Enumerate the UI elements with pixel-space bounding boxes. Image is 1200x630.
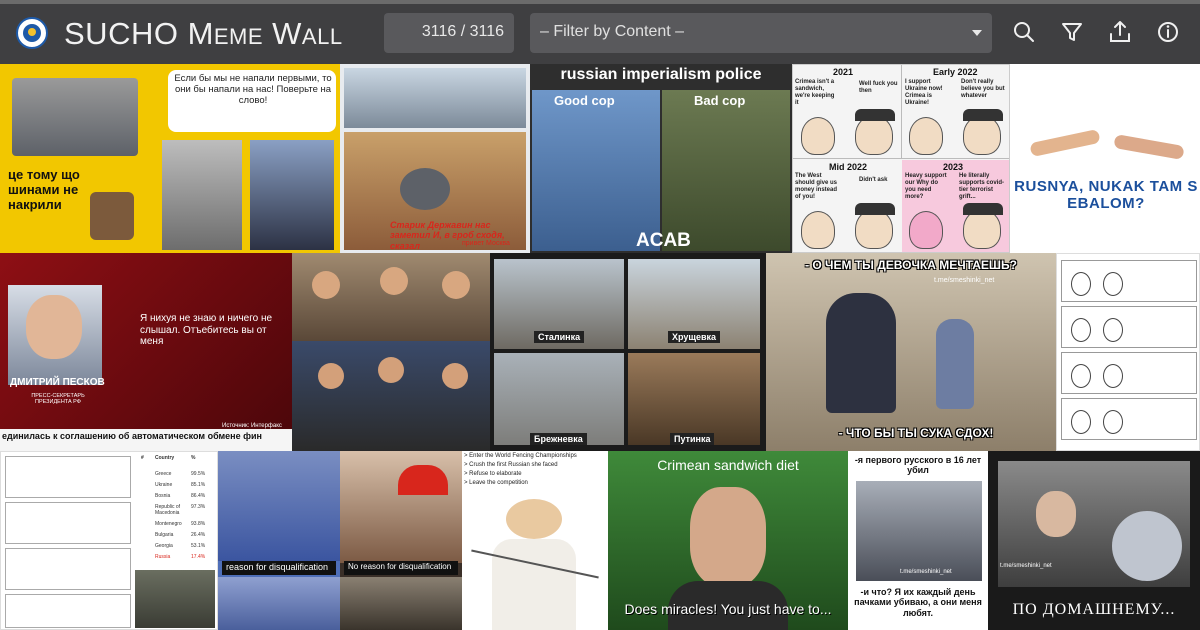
chevron-down-icon (972, 30, 982, 36)
meme-quote: Я нихуя не знаю и ничего не слышал. Отъе… (140, 313, 273, 347)
meme-label-right: Bad cop (694, 93, 746, 108)
meme-counter[interactable]: 3116 / 3116 (384, 13, 514, 53)
table-header: % (191, 455, 196, 461)
meme-tile-bird-comic[interactable] (1056, 253, 1200, 451)
greentext-line: > Refuse to elaborate (464, 471, 522, 477)
meme-watermark: t.me/smeshinki_net (934, 277, 995, 284)
table-cell: 93.8% (191, 521, 206, 527)
info-icon[interactable] (1154, 18, 1182, 46)
meme-bottom-text: ПО ДОМАШНЕМУ... (1012, 601, 1176, 618)
content-filter-select[interactable]: – Filter by Content – (530, 13, 992, 53)
panel-text: Well fuck you then (859, 81, 898, 94)
meme-top-text: -я первого русского в 16 лет убил (854, 455, 982, 476)
app-header: SUCHO Meme Wall 3116 / 3116 – Filter by … (0, 4, 1200, 64)
meme-tile-youtubers[interactable] (292, 253, 490, 451)
table-cell: 17.4% (191, 554, 206, 560)
panel-text: The West should give us money instead of… (795, 173, 838, 200)
greentext-line: > Crush the first Russian she faced (464, 462, 558, 468)
table-cell: 26.4% (191, 532, 206, 538)
meme-tile-kadyrov[interactable]: -я первого русского в 16 лет убил t.me/s… (848, 451, 988, 630)
meme-grid: це тому що шинами не накрили Если бы мы … (0, 64, 1200, 630)
meme-tile-acab[interactable]: russian imperialism police Good cop Bad … (530, 64, 792, 253)
meme-tile-speech-bubble[interactable]: Если бы мы не напали первыми, то они бы … (152, 64, 340, 253)
table-cell: 99.5% (191, 471, 206, 477)
table-cell: Greece (155, 471, 172, 477)
meme-tile-crimean-diet[interactable]: Crimean sandwich diet Does miracles! You… (608, 451, 848, 630)
share-icon[interactable] (1106, 18, 1134, 46)
panel-text: I support Ukraine now! Crimea is Ukraine… (905, 79, 943, 106)
meme-tile-prison[interactable]: t.me/smeshinki_net ПО ДОМАШНЕМУ... (988, 451, 1200, 630)
table-cell: Bulgaria (155, 532, 174, 538)
meme-tile-buildings[interactable]: Сталинка Хрущевка Брежневка Путинка (490, 253, 766, 451)
meme-tile-submarine[interactable]: це тому що шинами не накрили (0, 64, 152, 253)
table-cell: Republic of Macedonia (155, 504, 181, 516)
meme-top-text: - О ЧЕМ ТЫ ДЕВОЧКА МЕЧТАЕШЬ? (805, 258, 1017, 272)
table-cell: Russia (155, 554, 171, 560)
table-header: Country (155, 455, 175, 461)
meme-title: russian imperialism police (560, 66, 762, 83)
app-title: SUCHO Meme Wall (64, 16, 343, 51)
panel-text: Crimea isn't a sandwich, we're keeping i… (795, 79, 835, 106)
person-role: ПРЕСС-СЕКРЕТАРЬ ПРЕЗИДЕНТА РФ (31, 393, 85, 406)
table-cell: 85.1% (191, 482, 206, 488)
panel-year: Early 2022 (933, 67, 978, 77)
search-icon[interactable] (1010, 18, 1038, 46)
sucho-logo-icon[interactable] (16, 17, 48, 49)
panel-year: Mid 2022 (829, 162, 868, 172)
meme-tile-disqualification[interactable]: No reason for disqualification (340, 451, 462, 630)
meme-caption: No reason for disqualification (348, 562, 452, 571)
filter-icon[interactable] (1058, 18, 1086, 46)
building-label: Брежневка (530, 433, 587, 446)
table-cell: 86.4% (191, 493, 206, 499)
meme-tile-handshake[interactable]: RUSNYA, NUKAK TAM S EBALOM? (1010, 64, 1200, 253)
meme-bottom-text: Does miracles! You just have to... (624, 601, 832, 617)
meme-bottom-text: ACAB (636, 230, 691, 251)
table-cell: Georgia (155, 543, 173, 549)
meme-tile-bird-comic-table[interactable]: # Country % Greece Ukraine Bosnia Republ… (0, 451, 218, 630)
meme-note: привет Москва (462, 240, 510, 247)
meme-tile-girl-dream[interactable]: - О ЧЕМ ТЫ ДЕВОЧКА МЕЧТАЕШЬ? t.me/smeshi… (766, 253, 1056, 451)
meme-bottom-text: -и что? Я их каждый день пачками убиваю,… (854, 587, 982, 618)
meme-watermark: t.me/smeshinki_net (900, 569, 952, 575)
table-header: # (141, 455, 144, 461)
panel-text: He literally supports covid-tier terrori… (959, 173, 1005, 200)
panel-text: Didn't ask (859, 177, 888, 183)
meme-top-text: Crimean sandwich diet (657, 457, 799, 473)
meme-caption: RUSNYA, NUKAK TAM S EBALOM? (1014, 178, 1198, 213)
meme-tile-ship[interactable]: Старик Державин нас заметил И, в гроб сх… (340, 64, 530, 253)
meme-tile-peskov[interactable]: Я нихуя не знаю и ничего не слышал. Отъе… (0, 253, 292, 451)
meme-tile-fencing[interactable]: reason for disqualification (218, 451, 340, 630)
greentext-line: > Leave the competition (464, 480, 528, 486)
meme-tile-greentext-fencer[interactable]: > Enter the World Fencing Championships … (462, 451, 608, 630)
meme-watermark: t.me/smeshinki_net (1000, 563, 1052, 569)
filter-select-label: – Filter by Content – (540, 23, 685, 40)
panel-text: Don't really believe you but whatever (961, 79, 1005, 99)
table-cell: 53.1% (191, 543, 206, 549)
meme-caption: Если бы мы не напали первыми, то они бы … (174, 73, 332, 106)
panel-year: 2021 (833, 67, 854, 77)
meme-caption: reason for disqualification (226, 562, 329, 572)
meme-caption: це тому що шинами не накрили (8, 167, 80, 212)
building-label: Хрущевка (668, 331, 721, 344)
meme-label-left: Good cop (554, 93, 615, 108)
table-cell: Ukraine (155, 482, 173, 488)
table-cell: Bosnia (155, 493, 171, 499)
building-label: Сталинка (534, 331, 585, 344)
ticker-text: единилась к соглашению об автоматическом… (2, 431, 262, 441)
building-label: Путинка (670, 433, 715, 446)
meme-bottom-text: - ЧТО БЫ ТЫ СУКА СДОХ! (838, 426, 994, 440)
greentext-line: > Enter the World Fencing Championships (464, 453, 577, 459)
panel-text: Heavy support our Why do you need more? (905, 173, 947, 200)
table-cell: Montenegro (155, 521, 182, 527)
person-name: ДМИТРИЙ ПЕСКОВ (10, 377, 105, 388)
table-cell: 97.3% (191, 504, 206, 510)
panel-year: 2023 (943, 162, 964, 172)
meme-tile-wojak-timeline[interactable]: 2021 Early 2022 Mid 2022 2023 Crimea isn… (792, 64, 1010, 253)
